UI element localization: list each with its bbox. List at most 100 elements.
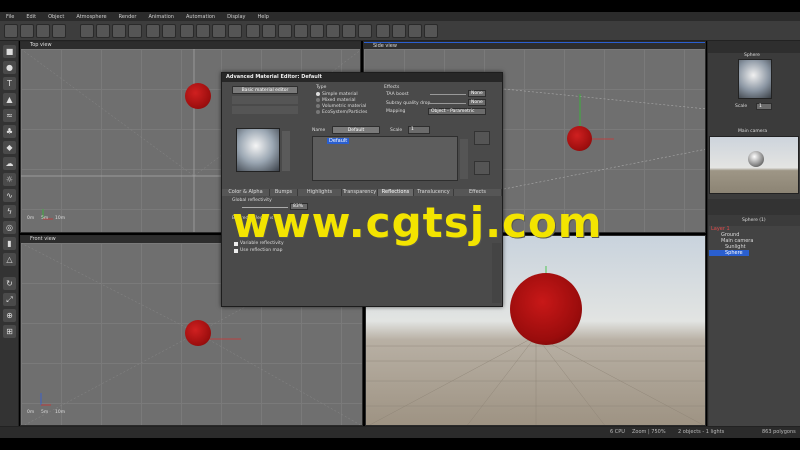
group-tool-icon[interactable]: ⊞ <box>3 325 16 338</box>
new-icon[interactable] <box>4 24 18 38</box>
material-preview[interactable] <box>236 128 280 172</box>
menu-object[interactable]: Object <box>48 14 64 20</box>
rock-icon[interactable]: ◆ <box>3 141 16 154</box>
render-icon[interactable] <box>392 24 406 38</box>
menu-atmosphere[interactable]: Atmosphere <box>76 14 106 20</box>
dialog-side-buttons[interactable] <box>492 243 501 303</box>
layout-icon[interactable] <box>424 24 438 38</box>
scale-field[interactable]: 1 <box>756 103 772 110</box>
camera-controls[interactable] <box>708 199 800 215</box>
layer-preview-2[interactable] <box>474 161 490 175</box>
material-icon[interactable] <box>228 24 242 38</box>
menu-edit[interactable]: Edit <box>26 14 36 20</box>
type-ecosystem-label: EcoSystem/Particles <box>322 109 368 115</box>
sphere-front[interactable] <box>185 320 211 346</box>
cylinder-icon[interactable]: ▮ <box>3 237 16 250</box>
status-zoom: Zoom | 750% <box>632 429 666 435</box>
subray-slider[interactable] <box>430 103 466 104</box>
menu-render[interactable]: Render <box>119 14 137 20</box>
menu-automation[interactable]: Automation <box>186 14 215 20</box>
print-icon[interactable] <box>52 24 66 38</box>
terrain-icon[interactable]: ▲ <box>3 93 16 106</box>
cloud-icon[interactable]: ☁ <box>3 157 16 170</box>
menu-display[interactable]: Display <box>227 14 245 20</box>
material-preview-thumbnail[interactable] <box>738 59 772 99</box>
mapping-select[interactable]: Object - Parametric <box>428 108 486 115</box>
top-view-title: Top view <box>21 42 360 49</box>
text-icon[interactable]: T <box>3 77 16 90</box>
atmosphere-icon[interactable] <box>294 24 308 38</box>
sphere-icon[interactable]: ● <box>3 61 16 74</box>
taa-slider[interactable] <box>430 94 466 95</box>
scale-icon[interactable]: ⤢ <box>3 293 16 306</box>
basic-editor-button[interactable]: Basic material editor <box>232 86 298 94</box>
tab-reflections[interactable]: Reflections <box>378 189 414 196</box>
render-area-icon[interactable] <box>408 24 422 38</box>
use-reflection-map-checkbox[interactable] <box>234 248 238 253</box>
layer-item-default[interactable]: Default <box>327 138 350 144</box>
cut-icon[interactable] <box>80 24 94 38</box>
dialog-title: Advanced Material Editor: Default <box>222 73 502 82</box>
landscape-icon[interactable] <box>212 24 226 38</box>
zoom-out-icon[interactable] <box>342 24 356 38</box>
water-icon[interactable]: ≈ <box>3 109 16 122</box>
use-reflection-map-option[interactable]: Use reflection map <box>234 248 282 253</box>
scale-label: Scale <box>735 104 748 109</box>
subray-label: Subray quality drop <box>386 101 431 106</box>
menu-help[interactable]: Help <box>258 14 269 20</box>
layer-side-buttons[interactable] <box>460 139 468 179</box>
sphere-side[interactable] <box>567 126 592 151</box>
copy-icon[interactable] <box>96 24 110 38</box>
subray-value[interactable]: None <box>468 99 486 106</box>
group-icon[interactable] <box>310 24 324 38</box>
layer-preview-1[interactable] <box>474 131 490 145</box>
name-field[interactable]: Default <box>332 126 380 134</box>
editor-icon-row-2[interactable] <box>232 106 298 114</box>
tab-highlights[interactable]: Highlights <box>298 189 342 196</box>
rotate-icon[interactable]: ↻ <box>3 277 16 290</box>
menu-animation[interactable]: Animation <box>148 14 174 20</box>
tools-icon[interactable] <box>262 24 276 38</box>
delete-icon[interactable] <box>128 24 142 38</box>
type-volumetric[interactable]: Volumetric material <box>316 103 367 109</box>
plant-icon[interactable]: ♣ <box>3 125 16 138</box>
effects-label: Effects <box>384 85 400 90</box>
menu-file[interactable]: File <box>6 14 14 20</box>
preview-controls[interactable] <box>282 131 290 171</box>
cube-icon[interactable]: ■ <box>3 45 16 58</box>
zoom-fit-icon[interactable] <box>358 24 372 38</box>
tab-transparency[interactable]: Transparency <box>342 189 378 196</box>
tab-color-alpha[interactable]: Color & Alpha <box>222 189 270 196</box>
tab-bumps[interactable]: Bumps <box>270 189 298 196</box>
scale-field-dialog[interactable]: 1 <box>408 126 430 134</box>
sphere-perspective[interactable] <box>510 273 582 345</box>
move-icon[interactable] <box>196 24 210 38</box>
tab-translucency[interactable]: Translucency <box>414 189 454 196</box>
open-icon[interactable] <box>20 24 34 38</box>
front-axis-label-5: 5m <box>41 410 49 415</box>
zoom-in-icon[interactable] <box>326 24 340 38</box>
tab-effects[interactable]: Effects <box>454 189 502 196</box>
torus-icon[interactable]: ◎ <box>3 221 16 234</box>
select-icon[interactable] <box>180 24 194 38</box>
type-volumetric-label: Volumetric material <box>322 103 367 109</box>
paste-icon[interactable] <box>112 24 126 38</box>
link-icon[interactable] <box>278 24 292 38</box>
pyramid-icon[interactable]: △ <box>3 253 16 266</box>
editor-icon-row-1[interactable] <box>232 96 298 104</box>
camera-preview[interactable] <box>709 136 799 194</box>
undo-icon[interactable] <box>146 24 160 38</box>
save-icon[interactable] <box>36 24 50 38</box>
material-editor-dialog: Advanced Material Editor: Default Basic … <box>221 72 503 307</box>
boolean-icon[interactable]: ⊕ <box>3 309 16 322</box>
camera-icon[interactable] <box>376 24 390 38</box>
check-icon[interactable] <box>246 24 260 38</box>
sphere-top[interactable] <box>185 83 211 109</box>
bolt-icon[interactable]: ϟ <box>3 205 16 218</box>
light-icon[interactable]: ☼ <box>3 173 16 186</box>
type-ecosystem[interactable]: EcoSystem/Particles <box>316 109 367 115</box>
taa-value[interactable]: None <box>468 90 486 97</box>
spline-icon[interactable]: ∿ <box>3 189 16 202</box>
scene-item-sphere[interactable]: Sphere <box>709 250 749 256</box>
redo-icon[interactable] <box>162 24 176 38</box>
